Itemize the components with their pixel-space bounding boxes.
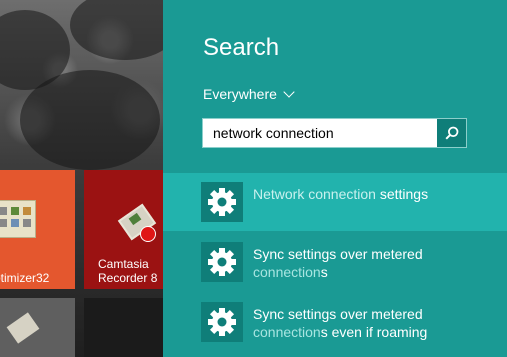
result-line1: Sync settings over metered <box>253 306 423 322</box>
search-charm-panel: Search Everywhere network connection Net… <box>163 0 507 357</box>
tile-label-line2: Recorder 8 <box>98 271 158 285</box>
result-match: connection <box>253 324 321 340</box>
gear-icon <box>201 182 243 222</box>
gear-icon <box>201 302 243 342</box>
result-text: Sync settings over metered connections <box>253 245 493 281</box>
tile-app[interactable] <box>0 298 75 357</box>
result-rest: s even if roaming <box>320 324 428 340</box>
app-icon <box>6 312 40 344</box>
tile-camtasia-recorder[interactable]: Camtasia Recorder 8 <box>84 170 163 289</box>
result-rest: settings <box>375 186 429 202</box>
result-rest: s <box>320 264 328 280</box>
tile-app[interactable] <box>84 298 163 357</box>
search-scope-dropdown[interactable]: Everywhere <box>203 86 295 102</box>
search-button[interactable] <box>437 119 466 147</box>
chevron-down-icon <box>283 86 295 98</box>
gear-icon <box>201 242 243 282</box>
result-sync-settings-metered-roaming[interactable]: Sync settings over metered connections e… <box>163 293 507 351</box>
app-icon <box>0 200 36 238</box>
tile-label: otimizer32 <box>0 271 50 285</box>
result-text: Network connection settings <box>253 185 493 203</box>
result-match: connection <box>253 264 321 280</box>
tile-optimizer[interactable]: otimizer32 <box>0 170 75 289</box>
search-box <box>202 118 467 148</box>
search-scope-label: Everywhere <box>203 86 277 102</box>
result-line1: Sync settings over metered <box>253 246 423 262</box>
tile-label-line1: Camtasia <box>98 257 149 271</box>
panel-title: Search <box>203 34 280 61</box>
result-sync-settings-metered[interactable]: Sync settings over metered connections <box>163 233 507 291</box>
search-input[interactable] <box>203 119 436 147</box>
result-text: Sync settings over metered connections e… <box>253 305 493 341</box>
result-network-connection-settings[interactable]: Network connection settings <box>163 173 507 231</box>
magnifier-icon <box>444 126 458 140</box>
result-match: Network connection <box>253 186 376 202</box>
camtasia-icon <box>117 203 157 242</box>
